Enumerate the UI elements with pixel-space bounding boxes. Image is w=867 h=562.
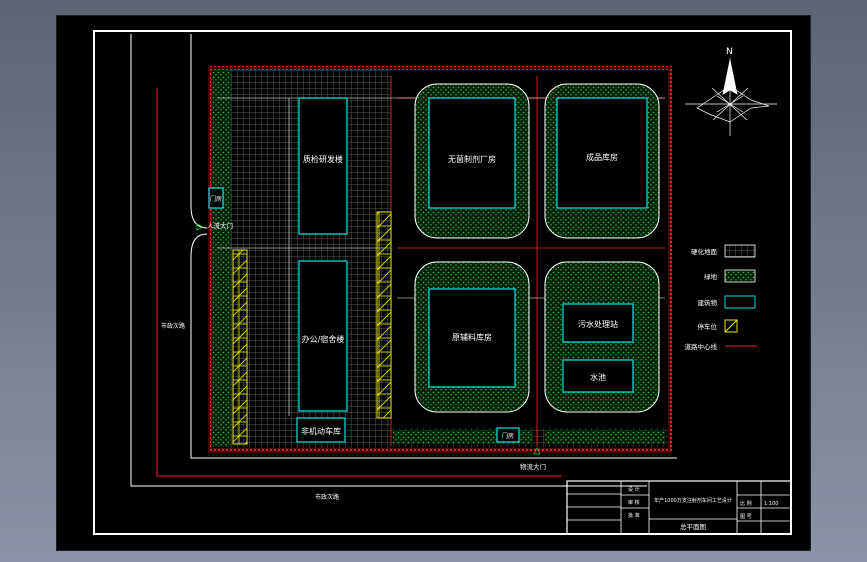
title-design-label: 设 计 bbox=[628, 486, 640, 493]
label-pool: 水池 bbox=[590, 372, 606, 382]
legend-swatch-building bbox=[724, 295, 756, 309]
parking-stalls-east bbox=[376, 211, 392, 419]
legend-swatch-green bbox=[724, 269, 756, 283]
label-qa-rd: 质检研发楼 bbox=[303, 154, 343, 164]
legend-label-green: 绿地 bbox=[704, 272, 718, 281]
label-road-south: 市政次路 bbox=[315, 493, 339, 501]
title-block bbox=[566, 480, 792, 535]
label-logistics-gate: 物流大门 bbox=[520, 462, 546, 471]
title-scale-label: 比 例 bbox=[740, 500, 752, 507]
label-gatehouse-south: 门房 bbox=[502, 432, 514, 440]
green-strip-south bbox=[545, 430, 665, 444]
legend-swatch-paved bbox=[724, 244, 756, 258]
label-office-dorm: 办公/宿舍楼 bbox=[302, 334, 345, 344]
title-check-label: 审 核 bbox=[628, 499, 640, 506]
legend: 硬化地面 绿地 建筑物 停车位 道路中心线 bbox=[685, 244, 757, 351]
title-sheet-label: 图 号 bbox=[740, 514, 752, 520]
title-project: 年产1000万支注射剂车间工艺设计 bbox=[654, 497, 732, 504]
label-road-west: 市政次路 bbox=[161, 322, 185, 330]
label-sewage-station: 污水处理站 bbox=[578, 319, 618, 329]
label-people-gate: 人流大门 bbox=[207, 221, 233, 230]
legend-label-parking: 停车位 bbox=[698, 322, 718, 331]
green-strip-west bbox=[211, 70, 231, 447]
drawing-canvas: 质检研发楼 办公/宿舍楼 无菌制剂厂房 成品库房 原辅料库房 污水处理站 水池 … bbox=[56, 15, 811, 551]
north-arrow-icon bbox=[685, 58, 777, 136]
north-label: N bbox=[726, 47, 733, 57]
building-aseptic-plant[interactable] bbox=[428, 97, 516, 209]
building-qa-rd[interactable] bbox=[298, 97, 348, 235]
title-drawing-name: 总平面图 bbox=[680, 522, 706, 531]
label-gatehouse-north: 门房 bbox=[210, 195, 222, 203]
road-edge-line bbox=[190, 34, 208, 229]
legend-swatch-parking-hatch bbox=[724, 319, 738, 333]
label-finished-warehouse: 成品库房 bbox=[586, 152, 618, 162]
parking-stalls-west bbox=[232, 249, 248, 445]
site-plan-drawing: 质检研发楼 办公/宿舍楼 无菌制剂厂房 成品库房 原辅料库房 污水处理站 水池 … bbox=[93, 30, 792, 535]
legend-label-building: 建筑物 bbox=[698, 298, 718, 307]
title-approve-label: 批 准 bbox=[628, 512, 640, 519]
legend-label-centerline: 道路中心线 bbox=[685, 342, 718, 351]
label-raw-material-warehouse: 原辅料库房 bbox=[452, 332, 492, 342]
label-bike-shed: 非机动车库 bbox=[301, 426, 341, 436]
legend-label-paved: 硬化地面 bbox=[691, 247, 718, 256]
title-scale-value: 1:100 bbox=[764, 501, 778, 507]
label-aseptic-plant: 无菌制剂厂房 bbox=[448, 154, 496, 164]
